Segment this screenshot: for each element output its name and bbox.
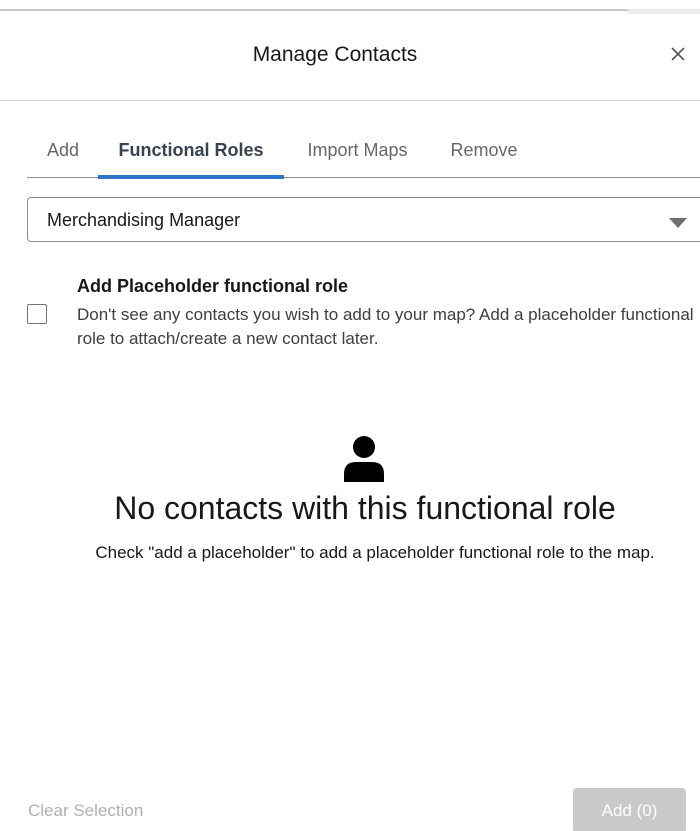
caret-down-icon (669, 215, 687, 233)
tab-bar: Add Functional Roles Import Maps Remove (27, 124, 700, 179)
tab-functional-roles[interactable]: Functional Roles (98, 124, 284, 179)
tab-remove[interactable]: Remove (431, 124, 537, 177)
modal-title: Manage Contacts (252, 43, 418, 66)
tab-add[interactable]: Add (27, 124, 99, 177)
tab-import-maps[interactable]: Import Maps (284, 124, 431, 177)
clear-selection-button[interactable]: Clear Selection (28, 801, 143, 821)
close-icon (670, 46, 686, 67)
placeholder-title: Add Placeholder functional role (77, 276, 349, 296)
add-button[interactable]: Add (0) (573, 788, 686, 831)
manage-contacts-modal: Manage Contacts Add Functional Roles Imp… (0, 0, 700, 831)
empty-state-description: Check "add a placeholder" to add a place… (95, 543, 655, 562)
modal-header: Manage Contacts (0, 14, 700, 101)
functional-role-select[interactable]: Merchandising Manager (27, 197, 700, 242)
close-button[interactable] (664, 42, 692, 70)
user-icon (340, 436, 388, 487)
placeholder-checkbox[interactable] (27, 304, 47, 324)
top-divider (0, 9, 628, 11)
empty-state-title: No contacts with this functional role (114, 490, 616, 526)
placeholder-description: Don't see any contacts you wish to add t… (77, 305, 694, 348)
select-value: Merchandising Manager (47, 210, 241, 230)
